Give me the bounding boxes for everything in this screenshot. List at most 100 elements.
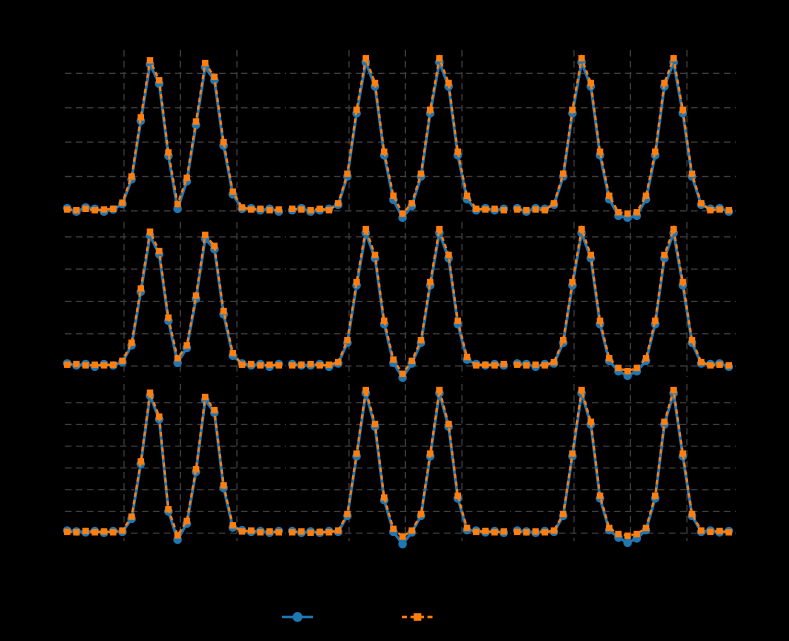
square-marker <box>289 362 296 369</box>
square-marker <box>275 529 282 536</box>
square-marker <box>716 206 723 213</box>
square-marker <box>100 206 108 213</box>
square-marker <box>408 200 415 207</box>
square-marker <box>192 466 200 473</box>
square-marker <box>587 251 594 259</box>
square-marker <box>725 362 732 369</box>
square-marker <box>257 205 264 213</box>
square-marker <box>482 527 489 535</box>
square-marker <box>137 458 144 465</box>
square-marker <box>624 367 631 375</box>
square-marker <box>569 450 576 457</box>
square-marker <box>353 450 360 457</box>
square-marker <box>298 361 305 368</box>
square-marker <box>165 314 172 321</box>
square-marker <box>344 170 351 177</box>
square-marker <box>146 228 154 235</box>
square-marker <box>652 492 659 499</box>
square-marker <box>473 528 480 536</box>
square-marker <box>661 79 668 87</box>
square-marker <box>615 364 622 372</box>
square-marker <box>110 361 117 368</box>
square-marker <box>137 285 144 292</box>
figure-background <box>0 0 789 641</box>
square-marker <box>344 510 351 518</box>
square-marker <box>390 356 397 363</box>
square-marker <box>436 225 443 233</box>
square-marker <box>698 200 705 207</box>
square-marker <box>174 200 181 208</box>
square-marker <box>211 406 218 414</box>
square-marker <box>500 206 507 214</box>
square-marker <box>156 413 163 420</box>
square-marker <box>427 106 434 114</box>
square-marker <box>381 317 388 325</box>
square-marker <box>156 77 163 84</box>
square-marker <box>73 360 80 368</box>
square-marker <box>408 527 415 534</box>
square-marker <box>679 278 686 286</box>
square-marker <box>482 361 489 368</box>
square-marker <box>248 527 255 534</box>
square-marker <box>399 210 406 217</box>
square-marker <box>417 510 425 518</box>
square-marker <box>463 353 471 361</box>
square-marker <box>128 339 135 346</box>
square-marker <box>408 357 415 365</box>
square-marker <box>679 450 686 457</box>
square-marker <box>523 362 530 369</box>
square-marker <box>275 206 282 213</box>
square-marker <box>427 278 434 286</box>
square-marker <box>716 361 723 368</box>
square-marker <box>371 420 379 428</box>
square-marker <box>523 206 530 214</box>
square-marker <box>325 529 333 536</box>
figure-canvas <box>0 0 789 641</box>
square-marker <box>698 358 705 366</box>
square-marker <box>445 251 452 259</box>
square-marker <box>82 527 89 535</box>
square-marker <box>91 361 98 368</box>
square-marker <box>220 482 227 489</box>
square-marker <box>698 527 705 534</box>
square-marker <box>64 528 71 536</box>
square-marker <box>725 529 732 536</box>
square-marker <box>569 106 576 114</box>
square-marker <box>220 138 227 146</box>
square-marker <box>362 386 369 394</box>
square-marker <box>560 510 567 518</box>
square-marker <box>491 529 498 536</box>
square-marker <box>119 357 126 365</box>
square-marker <box>725 206 732 214</box>
square-marker <box>652 148 659 155</box>
square-marker <box>606 192 613 199</box>
square-marker <box>670 225 677 233</box>
square-marker <box>202 59 209 67</box>
square-marker <box>156 247 163 255</box>
square-marker <box>238 361 246 368</box>
square-marker <box>532 528 539 535</box>
square-marker <box>202 393 209 401</box>
square-marker <box>624 210 631 217</box>
square-marker <box>119 199 126 206</box>
square-marker <box>266 206 273 214</box>
square-marker <box>316 528 323 536</box>
square-marker <box>578 225 585 233</box>
square-marker <box>661 418 668 426</box>
square-marker <box>353 278 360 286</box>
square-marker <box>578 55 585 62</box>
square-marker <box>165 149 172 156</box>
legend-square-marker <box>413 613 422 621</box>
square-marker <box>473 362 480 369</box>
square-marker <box>445 79 452 87</box>
square-marker <box>238 204 246 211</box>
square-marker <box>128 173 135 180</box>
square-marker <box>399 533 406 540</box>
square-marker <box>91 529 98 536</box>
square-marker <box>491 205 498 213</box>
square-marker <box>257 529 264 536</box>
square-marker <box>606 524 613 532</box>
square-marker <box>417 336 425 344</box>
square-marker <box>82 205 89 213</box>
square-marker <box>257 362 264 369</box>
